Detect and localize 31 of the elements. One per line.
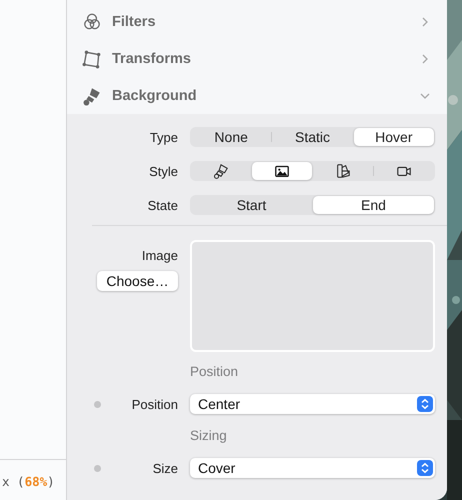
style-segment[interactable] — [252, 162, 312, 180]
stepper-arrows-icon — [417, 396, 433, 412]
quadrilateral-icon — [82, 48, 102, 68]
group-heading: Sizing — [190, 428, 227, 443]
dropdown[interactable]: Center — [190, 394, 435, 414]
swatches-icon — [335, 163, 351, 179]
stepper-arrows-icon — [417, 460, 433, 476]
field-label: Position — [132, 396, 178, 412]
segment[interactable]: Hover — [354, 128, 434, 146]
section-header[interactable]: Background — [67, 77, 447, 114]
choose-button[interactable]: Choose… — [97, 271, 178, 291]
section-header[interactable]: Transforms — [67, 40, 447, 77]
field-label: Size — [152, 460, 178, 476]
field-label: State — [146, 198, 179, 212]
status-dot — [94, 400, 101, 408]
image-icon — [274, 163, 290, 179]
dropdown[interactable]: Cover — [190, 458, 435, 478]
segment[interactable]: None — [191, 128, 272, 146]
segment[interactable]: End — [313, 196, 434, 214]
field-label: Style — [148, 164, 179, 178]
field-label: Image — [142, 248, 178, 263]
circles-icon — [82, 12, 102, 32]
section-header[interactable]: Filters — [67, 3, 447, 40]
paintbrush-icon — [82, 86, 102, 106]
paintbrush-icon — [213, 163, 229, 179]
field-label: Type — [148, 130, 179, 144]
zoom-status: x (68%) — [1, 473, 56, 489]
status-dot — [94, 464, 101, 472]
group-heading: Position — [190, 364, 238, 379]
segment[interactable]: Static — [272, 128, 353, 146]
segment[interactable]: Start — [191, 196, 312, 214]
